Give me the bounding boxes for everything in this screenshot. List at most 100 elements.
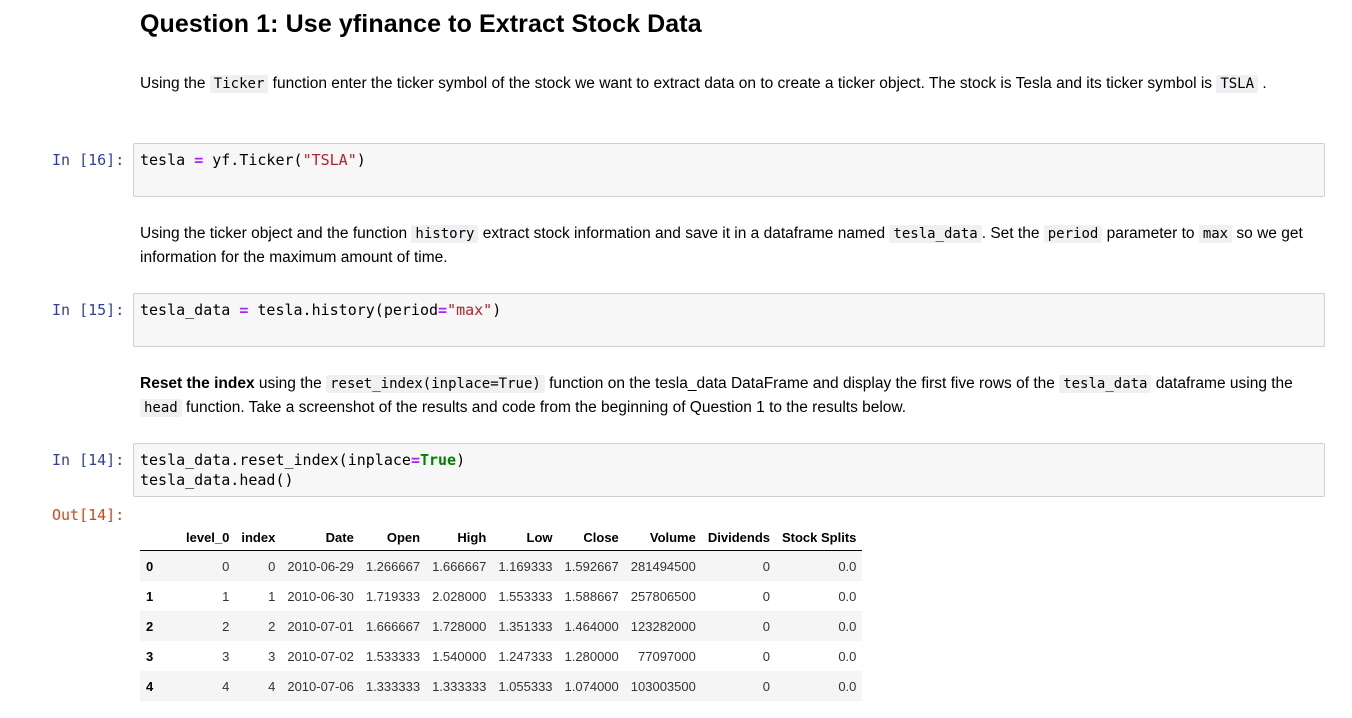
md3-code-tesla-data: tesla_data (1059, 375, 1152, 393)
table-cell: 0 (268, 558, 276, 574)
code-line: tesla = yf.Ticker("TSLA") (140, 150, 1318, 170)
code-cell-3[interactable]: tesla_data.reset_index(inplace=True) tes… (133, 443, 1325, 497)
code-operator: = (438, 301, 448, 319)
table-cell: 1.247333 (498, 648, 553, 664)
table-cell: 281494500 (630, 558, 696, 574)
code-cell-2[interactable]: tesla_data = tesla.history(period="max") (133, 293, 1325, 347)
column-header: Open (359, 524, 427, 551)
code-line-2: tesla_data.head() (140, 471, 294, 489)
code-string: "TSLA" (302, 151, 357, 169)
table-cell: 4 (222, 678, 230, 694)
table-cell: 257806500 (630, 588, 696, 604)
table-row: 4 4 4 2010-07-06 1.333333 1.333333 1.055… (140, 671, 863, 701)
table-cell: 0.0 (838, 618, 857, 634)
table-cell: 0 (762, 648, 770, 664)
code-token: tesla (140, 151, 195, 169)
column-header: Close (558, 524, 625, 551)
input-prompt-15: In [15]: (52, 301, 125, 319)
table-cell: 2 (222, 618, 230, 634)
markdown-cell-1[interactable]: Using the Ticker function enter the tick… (140, 72, 1320, 96)
md2-code-tesla-data: tesla_data (889, 225, 982, 243)
table-cell: 0 (762, 588, 770, 604)
table-cell: 2010-07-02 (287, 648, 354, 664)
table-cell: 1.074000 (564, 678, 619, 694)
md2-code-history: history (411, 225, 479, 243)
md2-text-1: Using the ticker object and the function (140, 225, 412, 242)
table-cell: 2010-06-29 (287, 558, 354, 574)
code-line: tesla_data = tesla.history(period="max") (140, 300, 1318, 320)
table-cell: 0.0 (838, 678, 857, 694)
table-cell: 1.351333 (498, 618, 553, 634)
code-token: tesla_data (140, 301, 240, 319)
column-header: Dividends (701, 524, 776, 551)
table-cell: 2 (268, 618, 276, 634)
table-cell: 2.028000 (432, 588, 487, 604)
table-cell: 2010-07-06 (287, 678, 354, 694)
md3-text-1: using the (254, 375, 327, 392)
code-operator: = (410, 451, 420, 469)
table-cell: 123282000 (630, 618, 696, 634)
row-index: 0 (146, 558, 154, 574)
md3-text-3: dataframe using the (1151, 375, 1293, 392)
table-cell: 1.333333 (365, 678, 421, 694)
table-row: 1 1 1 2010-06-30 1.719333 2.028000 1.553… (140, 581, 862, 611)
code-token: ) (456, 451, 466, 469)
markdown-cell-2[interactable]: Using the ticker object and the function… (140, 222, 1320, 270)
code-token: tesla.history(period (248, 301, 439, 319)
column-header: level_0 (180, 524, 236, 551)
md1-text-3: . (1258, 75, 1267, 92)
markdown-cell-3[interactable]: Reset the index using the reset_index(in… (140, 372, 1320, 420)
input-prompt-14: In [14]: (52, 451, 125, 469)
table-cell: 0.0 (838, 648, 857, 664)
dataframe-output-table: level_0 index Date Open High Low Close V… (140, 524, 863, 701)
table-cell: 2010-06-30 (287, 588, 354, 604)
code-operator: = (194, 151, 204, 169)
md1-code-tsla: TSLA (1216, 75, 1259, 93)
table-row: 2 2 2 2010-07-01 1.666667 1.728000 1.351… (140, 611, 863, 641)
table-header-row: level_0 index Date Open High Low Close V… (140, 524, 863, 551)
table-row: 3 3 3 2010-07-02 1.533333 1.540000 1.247… (140, 641, 862, 671)
table-cell: 1.666667 (365, 618, 421, 634)
table-cell: 1.553333 (498, 588, 553, 604)
md3-code-head: head (140, 399, 182, 417)
column-header: Volume (624, 524, 702, 551)
table-cell: 1.588667 (564, 588, 619, 604)
column-header: index (235, 524, 282, 551)
table-cell: 1.266667 (365, 558, 421, 574)
table-cell: 1 (222, 588, 230, 604)
column-header: Date (281, 524, 360, 551)
code-token: ) (492, 301, 502, 319)
column-header: Stock Splits (775, 524, 863, 551)
table-cell: 103003500 (630, 678, 696, 694)
table-cell: 0 (762, 618, 770, 634)
table-cell: 0 (222, 558, 230, 574)
code-token: tesla_data.reset_index(inplace (140, 451, 411, 469)
table-cell: 1.533333 (365, 648, 421, 664)
row-index: 4 (146, 678, 154, 694)
md3-text-2: function on the tesla_data DataFrame and… (544, 375, 1060, 392)
table-cell: 1.055333 (498, 678, 553, 694)
table-cell: 1.592667 (564, 558, 619, 574)
table-cell: 1.280000 (564, 648, 619, 664)
output-prompt-14: Out[14]: (52, 506, 125, 524)
md2-code-period: period (1043, 225, 1103, 243)
table-cell: 1.464000 (564, 618, 619, 634)
row-index: 2 (146, 618, 154, 634)
table-cell: 1.728000 (432, 618, 487, 634)
code-keyword: True (419, 451, 457, 469)
md2-text-2: extract stock information and save it in… (478, 225, 890, 242)
table-cell: 1.719333 (365, 588, 421, 604)
table-cell: 77097000 (638, 648, 696, 664)
table-cell: 1.666667 (432, 558, 487, 574)
md3-text-4: function. Take a screenshot of the resul… (181, 399, 907, 416)
code-cell-1[interactable]: tesla = yf.Ticker("TSLA") (133, 143, 1325, 197)
column-header (140, 524, 180, 551)
code-token: yf.Ticker( (203, 151, 303, 169)
md1-text-2: function enter the ticker symbol of the … (268, 75, 1217, 92)
table-cell: 4 (268, 678, 276, 694)
table-cell: 0.0 (838, 588, 857, 604)
code-token: ) (356, 151, 366, 169)
md1-code-ticker: Ticker (209, 75, 269, 93)
row-index: 1 (146, 588, 154, 604)
table-cell: 0.0 (838, 558, 857, 574)
